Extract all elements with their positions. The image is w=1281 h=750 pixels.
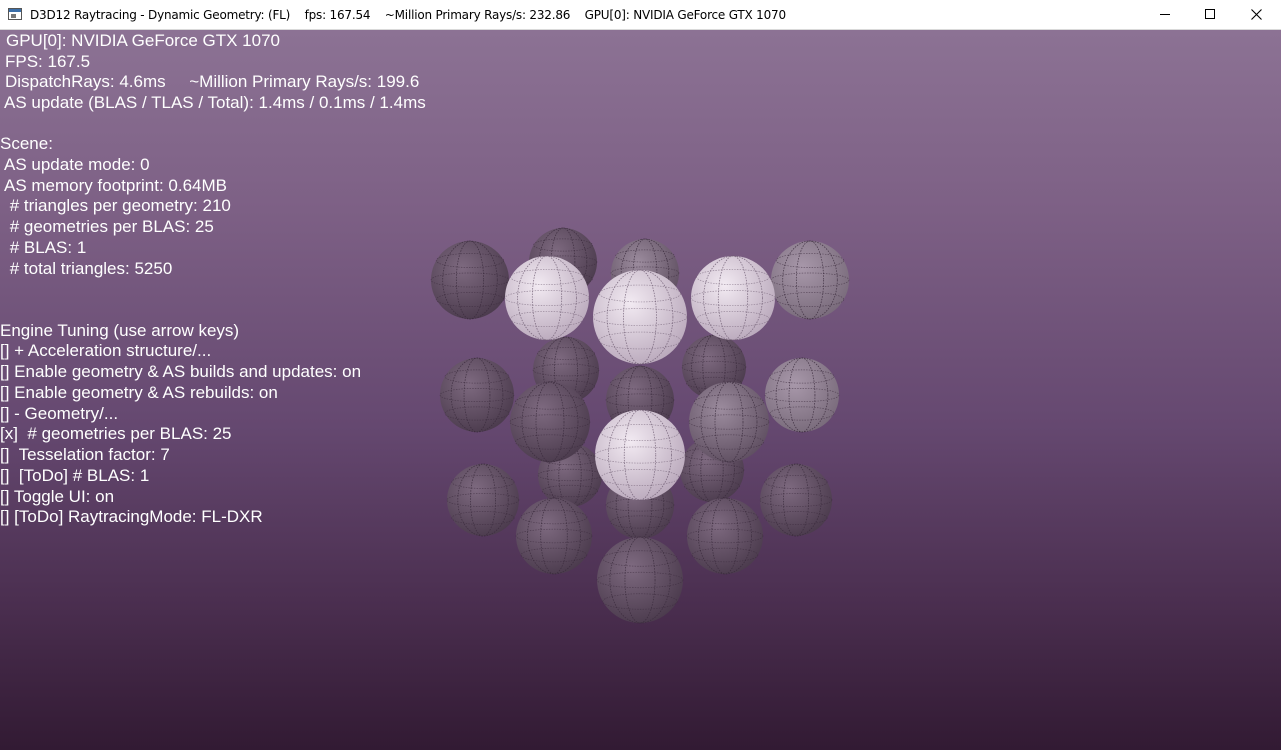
stat-dispatch-rays: DispatchRays: 4.6ms ~Million Primary Ray… bbox=[5, 72, 420, 91]
tuning-item-as-rebuilds[interactable]: [] Enable geometry & AS rebuilds: on bbox=[0, 383, 278, 404]
close-icon bbox=[1251, 9, 1262, 20]
scene-blas-count: # BLAS: 1 bbox=[5, 238, 87, 257]
maximize-icon bbox=[1205, 9, 1215, 19]
close-button[interactable] bbox=[1233, 0, 1279, 29]
stat-fps: FPS: 167.5 bbox=[5, 52, 91, 71]
tuning-item-acceleration-structure[interactable]: [] + Acceleration structure/... bbox=[0, 341, 211, 362]
tuning-item-geometries-per-blas[interactable]: [x] # geometries per BLAS: 25 bbox=[0, 424, 232, 445]
scene-header: Scene: bbox=[0, 134, 53, 153]
stat-gpu: GPU[0]: NVIDIA GeForce GTX 1070 bbox=[6, 31, 280, 50]
scene-geometries-per-blas: # geometries per BLAS: 25 bbox=[5, 217, 214, 236]
app-icon[interactable] bbox=[8, 8, 22, 20]
tuning-item-raytracing-mode[interactable]: [] [ToDo] RaytracingMode: FL-DXR bbox=[0, 507, 263, 528]
minimize-button[interactable] bbox=[1141, 0, 1187, 29]
title-bar[interactable]: D3D12 Raytracing - Dynamic Geometry: (FL… bbox=[0, 0, 1281, 30]
scene-as-update-mode: AS update mode: 0 bbox=[4, 155, 150, 174]
tuning-item-toggle-ui[interactable]: [] Toggle UI: on bbox=[0, 487, 114, 508]
scene-triangles-per-geometry: # triangles per geometry: 210 bbox=[5, 196, 231, 215]
tuning-item-tesselation-factor[interactable]: [] Tesselation factor: 7 bbox=[0, 445, 170, 466]
tuning-item-geometry-builds[interactable]: [] Enable geometry & AS builds and updat… bbox=[0, 362, 361, 383]
tuning-item-blas[interactable]: [] [ToDo] # BLAS: 1 bbox=[0, 466, 149, 487]
stats-overlay: GPU[0]: NVIDIA GeForce GTX 1070 FPS: 167… bbox=[0, 30, 1281, 750]
tuning-header: Engine Tuning (use arrow keys) bbox=[0, 321, 240, 340]
stat-as-update: AS update (BLAS / TLAS / Total): 1.4ms /… bbox=[4, 93, 426, 112]
minimize-icon bbox=[1160, 14, 1170, 15]
maximize-button[interactable] bbox=[1187, 0, 1233, 29]
tuning-item-geometry[interactable]: [] - Geometry/... bbox=[0, 404, 118, 425]
scene-total-triangles: # total triangles: 5250 bbox=[5, 259, 173, 278]
render-viewport[interactable]: GPU[0]: NVIDIA GeForce GTX 1070 FPS: 167… bbox=[0, 30, 1281, 750]
scene-as-memory: AS memory footprint: 0.64MB bbox=[4, 176, 227, 195]
window-title: D3D12 Raytracing - Dynamic Geometry: (FL… bbox=[30, 8, 786, 22]
